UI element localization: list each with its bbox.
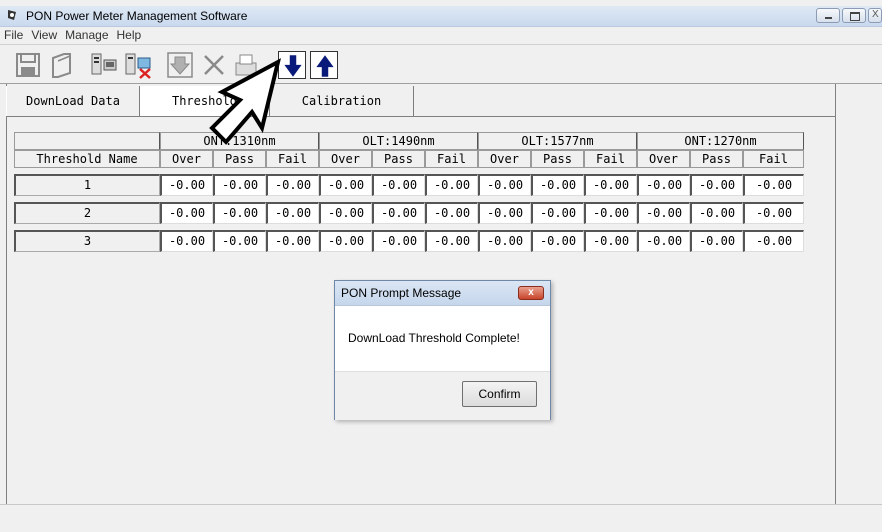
dialog-close-icon[interactable]: x [518, 286, 544, 300]
save-icon[interactable] [14, 51, 42, 79]
threshold-value-input[interactable]: -0.00 [584, 230, 637, 252]
threshold-value-input[interactable]: -0.00 [425, 202, 478, 224]
subheader-cell: Over [319, 150, 372, 168]
status-bar [0, 504, 882, 532]
threshold-value-input[interactable]: -0.00 [266, 174, 319, 196]
device-icon[interactable] [90, 51, 118, 79]
threshold-value-input[interactable]: -0.00 [743, 174, 804, 196]
threshold-value-input[interactable]: -0.00 [372, 202, 425, 224]
menu-manage[interactable]: Manage [61, 27, 112, 43]
threshold-value-input[interactable]: -0.00 [425, 230, 478, 252]
threshold-value-input[interactable]: -0.00 [690, 230, 743, 252]
subheader-cell: Fail [584, 150, 637, 168]
open-icon[interactable] [48, 51, 76, 79]
threshold-value-input[interactable]: -0.00 [425, 174, 478, 196]
threshold-value-input[interactable]: -0.00 [637, 174, 690, 196]
subheader-cell: Over [478, 150, 531, 168]
threshold-value-input[interactable]: -0.00 [478, 174, 531, 196]
threshold-value-input[interactable]: -0.00 [531, 202, 584, 224]
threshold-value-input[interactable]: -0.00 [478, 202, 531, 224]
threshold-value-input[interactable]: -0.00 [266, 230, 319, 252]
group-header: OLT:1490nm [319, 132, 478, 150]
threshold-value-input[interactable]: -0.00 [584, 174, 637, 196]
threshold-value-input[interactable]: -0.00 [478, 230, 531, 252]
table-corner-cell [14, 132, 160, 150]
threshold-value-input[interactable]: -0.00 [213, 174, 266, 196]
threshold-value-input[interactable]: -0.00 [266, 202, 319, 224]
threshold-value-input[interactable]: -0.00 [690, 202, 743, 224]
menu-bar: File View Manage Help [0, 27, 145, 43]
threshold-name-cell: 2 [14, 202, 160, 224]
download-disabled-icon[interactable] [166, 51, 194, 79]
confirm-button[interactable]: Confirm [462, 381, 537, 407]
group-header: OLT:1577nm [478, 132, 637, 150]
threshold-value-input[interactable]: -0.00 [531, 230, 584, 252]
threshold-value-input[interactable]: -0.00 [160, 174, 213, 196]
threshold-value-input[interactable]: -0.00 [160, 230, 213, 252]
prompt-dialog: PON Prompt Message x DownLoad Threshold … [334, 280, 551, 420]
threshold-value-input[interactable]: -0.00 [584, 202, 637, 224]
close-window-button[interactable] [868, 8, 882, 23]
threshold-value-input[interactable]: -0.00 [372, 174, 425, 196]
threshold-value-input[interactable]: -0.00 [690, 174, 743, 196]
threshold-value-input[interactable]: -0.00 [531, 174, 584, 196]
app-window: PON Power Meter Management Software File… [0, 0, 882, 531]
subheader-cell: Pass [372, 150, 425, 168]
menu-file[interactable]: File [0, 27, 27, 43]
group-header: ONT:1270nm [637, 132, 804, 150]
threshold-value-input[interactable]: -0.00 [319, 174, 372, 196]
menu-help[interactable]: Help [113, 27, 146, 43]
app-icon [8, 10, 16, 20]
threshold-value-input[interactable]: -0.00 [743, 202, 804, 224]
device-disconnect-icon[interactable] [124, 51, 152, 79]
pointer-arrow-icon [209, 58, 281, 145]
maximize-button[interactable] [842, 8, 866, 23]
threshold-value-input[interactable]: -0.00 [319, 230, 372, 252]
subheader-cell: Over [160, 150, 213, 168]
threshold-value-input[interactable]: -0.00 [213, 230, 266, 252]
tab-download-data[interactable]: DownLoad Data [6, 86, 140, 116]
subheader-cell: Pass [531, 150, 584, 168]
name-column-header: Threshold Name [14, 150, 160, 168]
threshold-value-input[interactable]: -0.00 [372, 230, 425, 252]
threshold-name-cell: 1 [14, 174, 160, 196]
minimize-button[interactable] [816, 8, 840, 23]
upload-icon[interactable] [310, 51, 338, 79]
threshold-value-input[interactable]: -0.00 [213, 202, 266, 224]
threshold-value-input[interactable]: -0.00 [637, 230, 690, 252]
threshold-value-input[interactable]: -0.00 [319, 202, 372, 224]
dialog-title: PON Prompt Message [341, 286, 462, 300]
tab-divider [6, 116, 836, 117]
dialog-title-bar: PON Prompt Message x [335, 281, 550, 306]
title-bar: PON Power Meter Management Software [0, 6, 882, 27]
window-title: PON Power Meter Management Software [26, 9, 248, 23]
dialog-message: DownLoad Threshold Complete! [348, 331, 520, 345]
toolbar [0, 44, 882, 84]
threshold-value-input[interactable]: -0.00 [743, 230, 804, 252]
subheader-cell: Fail [425, 150, 478, 168]
menu-view[interactable]: View [27, 27, 61, 43]
subheader-cell: Over [637, 150, 690, 168]
threshold-value-input[interactable]: -0.00 [160, 202, 213, 224]
subheader-cell: Pass [690, 150, 743, 168]
threshold-value-input[interactable]: -0.00 [637, 202, 690, 224]
subheader-cell: Fail [743, 150, 804, 168]
threshold-name-cell: 3 [14, 230, 160, 252]
